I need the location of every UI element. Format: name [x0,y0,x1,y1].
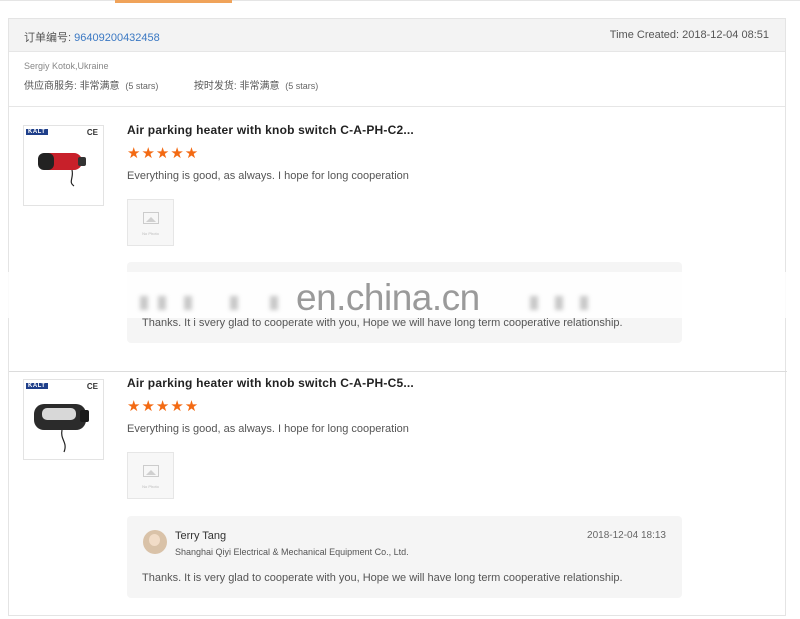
supplier-service-value: 非常满意 [79,81,120,92]
avatar [143,530,167,554]
image-icon [143,212,159,224]
review-comment: Everything is good, as always. I hope fo… [127,170,409,182]
no-photo-placeholder: No Photo [127,199,174,246]
reply-company[interactable]: Shanghai Qiyi Electrical & Mechanical Eq… [175,547,409,557]
product-title[interactable]: Air parking heater with knob switch C-A-… [127,376,414,390]
rating-stars: ★★★★★ [127,398,200,415]
heater-product-image [38,153,86,187]
buyer-name: Sergiy Kotok,Ukraine [24,61,109,71]
no-photo-placeholder: No Photo [127,452,174,499]
product-thumbnail[interactable]: KALT CE [23,125,104,206]
ce-mark: CE [86,382,98,391]
image-icon [143,465,159,477]
review-comment: Everything is good, as always. I hope fo… [127,423,409,435]
seller-ratings: 供应商服务: 非常满意 (5 stars) 按时发货: 非常满意 (5 star… [24,77,785,92]
reply-date: 2018-12-04 18:13 [587,530,666,541]
supplier-service-label: 供应商服务: [24,81,77,92]
buyer-info: Sergiy Kotok,Ukraine 供应商服务: 非常满意 (5 star… [9,52,785,107]
active-tab-indicator[interactable] [115,0,232,3]
order-number-link[interactable]: 96409200432458 [74,32,160,44]
brand-logo: KALT [26,129,48,135]
reply-author: Terry Tang [175,530,227,542]
rating-stars: ★★★★★ [127,145,200,162]
on-time-value: 非常满意 [239,81,280,92]
on-time-label: 按时发货: [193,81,237,92]
heater-product-image [34,404,89,453]
no-photo-label: No Photo [142,231,159,236]
no-photo-label: No Photo [142,484,159,489]
seller-reply: Terry Tang Shanghai Qiyi Electrical & Me… [127,516,682,598]
product-thumbnail[interactable]: KALT CE [23,379,104,460]
order-header: 订单编号: 96409200432458 Time Created: 2018-… [9,19,785,52]
order-number-label: 订单编号: [24,32,72,44]
on-time-stars: (5 stars) [285,81,319,91]
order-time-created: Time Created: 2018-12-04 08:51 [609,29,769,41]
order-number-field: 订单编号: 96409200432458 [24,29,160,45]
top-tab-bar [0,0,800,4]
review-item: KALT CE Air parking heater with knob swi… [9,372,787,617]
ce-mark: CE [86,128,98,137]
brand-logo: KALT [26,383,48,389]
reply-text: Thanks. It is very glad to cooperate wit… [142,572,623,584]
supplier-service-stars: (5 stars) [125,81,159,91]
review-item: KALT CE Air parking heater with knob swi… [9,119,787,372]
watermark-logo: en.china.cn [296,277,480,318]
product-title[interactable]: Air parking heater with knob switch C-A-… [127,123,414,137]
